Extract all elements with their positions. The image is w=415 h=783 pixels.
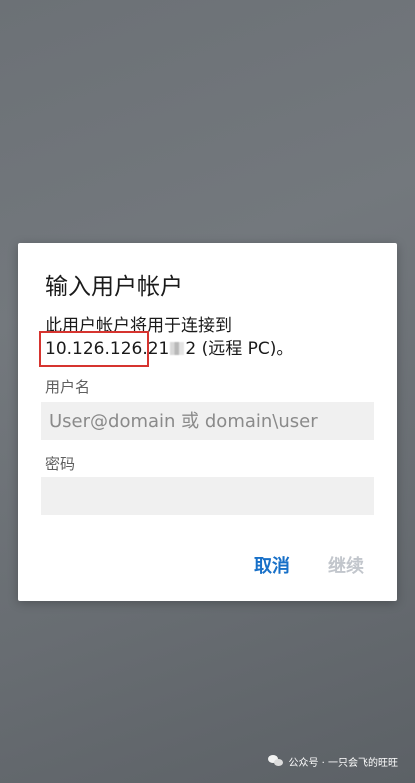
- password-label: 密码: [45, 455, 76, 473]
- redacted-mosaic: [170, 342, 185, 355]
- username-input[interactable]: [41, 402, 374, 440]
- watermark-text: 公众号 · 一只会飞的旺旺: [288, 758, 398, 769]
- password-input[interactable]: [41, 477, 374, 515]
- watermark: 公众号 · 一只会飞的旺旺: [268, 754, 398, 769]
- cancel-button[interactable]: 取消: [254, 552, 290, 578]
- ip-highlight-box: [39, 331, 149, 367]
- credential-dialog: 输入用户帐户 此用户帐户将用于连接到 10.126.126.21 2 (远程 PC…: [18, 243, 397, 601]
- continue-button[interactable]: 继续: [328, 552, 364, 578]
- wechat-icon: [268, 755, 284, 768]
- dialog-title: 输入用户帐户: [45, 274, 183, 300]
- remote-pc-suffix: (远程 PC)。: [196, 339, 294, 359]
- username-label: 用户名: [45, 378, 91, 396]
- ip-address-end: 2: [185, 339, 197, 359]
